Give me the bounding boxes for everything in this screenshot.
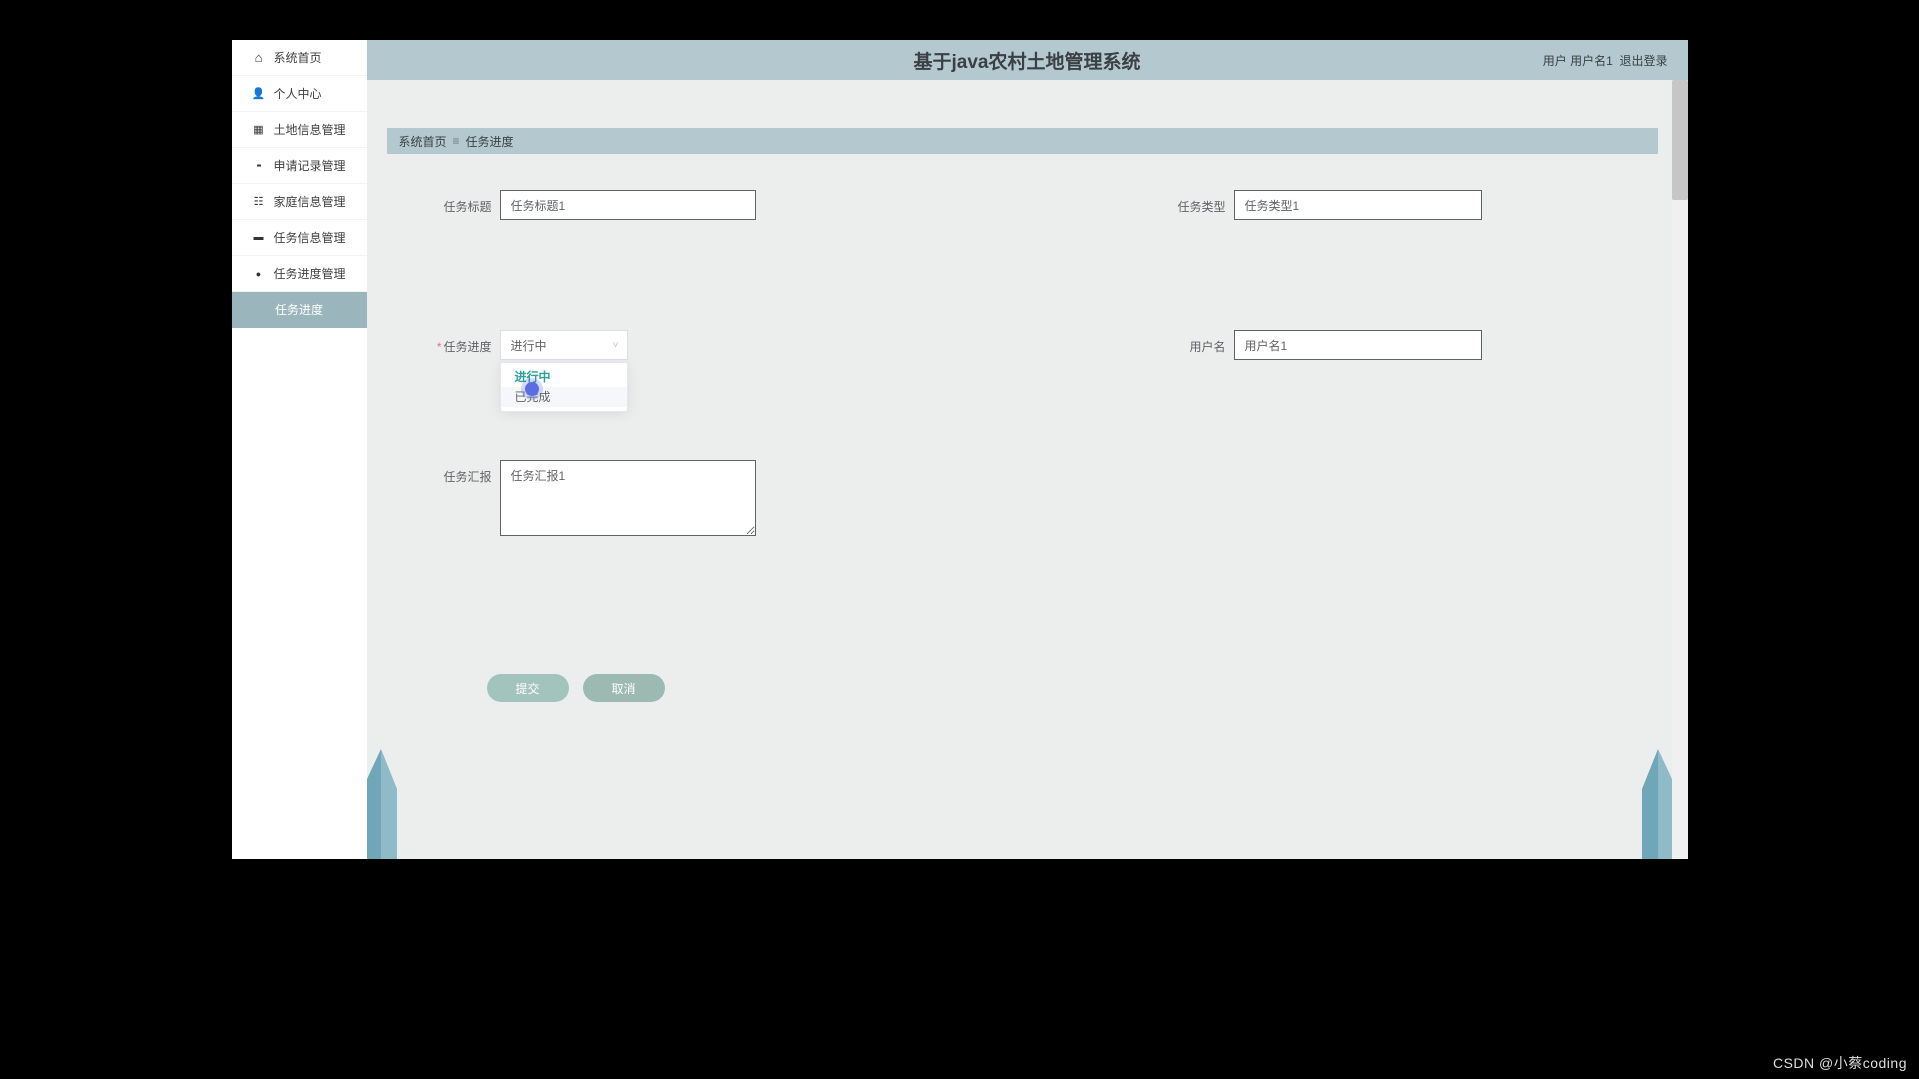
sidebar-item-home[interactable]: 系统首页 — [232, 40, 367, 76]
field-task-report: 任务汇报 — [432, 460, 756, 536]
user-icon — [252, 87, 266, 101]
username-input[interactable] — [1234, 330, 1482, 360]
task-progress-select[interactable]: 进行中 ˅ — [500, 330, 628, 360]
family-icon — [252, 195, 266, 209]
sidebar-subitem-task-progress[interactable]: 任务进度 — [232, 292, 367, 328]
username-label: 用户名 — [1166, 330, 1226, 355]
sidebar-item-label: 申请记录管理 — [274, 157, 346, 174]
task-progress-label: *任务进度 — [432, 330, 492, 355]
decoration-right — [1632, 749, 1672, 859]
submit-button[interactable]: 提交 — [487, 674, 569, 702]
progress-icon — [252, 267, 266, 281]
breadcrumb-separator: ≡ — [453, 134, 460, 148]
sidebar-item-profile[interactable]: 个人中心 — [232, 76, 367, 112]
task-report-label: 任务汇报 — [432, 460, 492, 485]
task-progress-dropdown: 进行中 已完成 — [500, 362, 628, 412]
sidebar-item-label: 任务信息管理 — [274, 229, 346, 246]
sidebar-item-label: 土地信息管理 — [274, 121, 346, 138]
breadcrumb: 系统首页 ≡ 任务进度 — [387, 128, 1658, 154]
scrollbar[interactable] — [1672, 80, 1688, 859]
cancel-button[interactable]: 取消 — [583, 674, 665, 702]
sidebar-item-land[interactable]: 土地信息管理 — [232, 112, 367, 148]
logout-link[interactable]: 退出登录 — [1619, 54, 1667, 68]
sidebar-item-label: 个人中心 — [274, 85, 322, 102]
header-user-area: 用户 用户名1 退出登录 — [1543, 52, 1668, 69]
dropdown-option-in-progress[interactable]: 进行中 — [501, 367, 627, 387]
sidebar-item-label: 系统首页 — [274, 49, 322, 66]
form-actions: 提交 取消 — [487, 674, 665, 702]
sidebar-item-label: 家庭信息管理 — [274, 193, 346, 210]
sidebar-item-progress[interactable]: 任务进度管理 — [232, 256, 367, 292]
task-icon — [252, 231, 266, 245]
home-icon — [252, 51, 266, 65]
record-icon — [252, 159, 266, 173]
dropdown-option-completed[interactable]: 已完成 — [501, 387, 627, 407]
task-type-label: 任务类型 — [1166, 190, 1226, 215]
chevron-down-icon: ˅ — [613, 340, 619, 351]
task-title-input[interactable] — [500, 190, 756, 220]
header: 基于java农村土地管理系统 用户 用户名1 退出登录 — [367, 40, 1688, 80]
page-title: 基于java农村土地管理系统 — [367, 47, 1688, 74]
field-task-progress: *任务进度 进行中 ˅ — [432, 330, 628, 360]
breadcrumb-current: 任务进度 — [466, 133, 514, 150]
username-label[interactable]: 用户名1 — [1570, 54, 1613, 68]
task-type-input[interactable] — [1234, 190, 1482, 220]
sidebar-item-record[interactable]: 申请记录管理 — [232, 148, 367, 184]
form-container: 任务标题 任务类型 *任务进度 进行中 ˅ 用户名 — [387, 190, 1658, 646]
scroll-thumb[interactable] — [1672, 80, 1688, 200]
sidebar-item-family[interactable]: 家庭信息管理 — [232, 184, 367, 220]
field-username: 用户名 — [1166, 330, 1482, 360]
decoration-left — [367, 749, 407, 859]
land-icon — [252, 123, 266, 137]
field-task-type: 任务类型 — [1166, 190, 1482, 220]
sidebar-item-label: 任务进度管理 — [274, 265, 346, 282]
field-task-title: 任务标题 — [432, 190, 756, 220]
user-role-label: 用户 — [1543, 54, 1567, 68]
task-progress-value: 进行中 — [511, 337, 547, 354]
task-title-label: 任务标题 — [432, 190, 492, 215]
task-report-textarea[interactable] — [500, 460, 756, 536]
sidebar-item-task[interactable]: 任务信息管理 — [232, 220, 367, 256]
sidebar: 系统首页 个人中心 土地信息管理 申请记录管理 家庭信息管理 任务信息管理 任务… — [232, 40, 367, 859]
breadcrumb-home[interactable]: 系统首页 — [399, 133, 447, 150]
watermark: CSDN @小蔡coding — [1773, 1053, 1907, 1073]
